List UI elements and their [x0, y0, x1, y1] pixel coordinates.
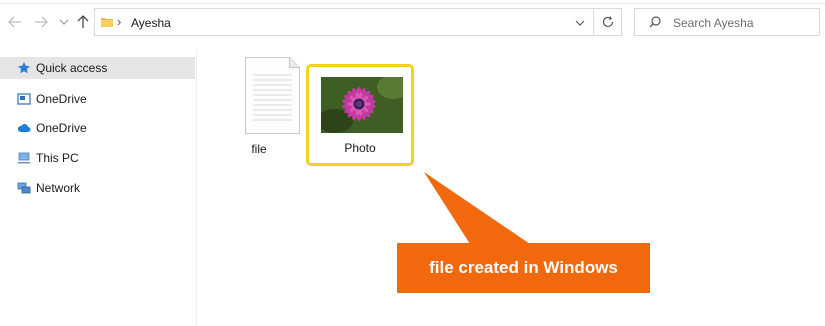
sidebar-item-onedrive-cloud[interactable]: OneDrive — [0, 117, 195, 139]
navigation-pane: Quick access OneDrive OneDrive This PC N… — [0, 50, 197, 326]
cloud-icon — [17, 124, 31, 132]
address-dropdown-button[interactable] — [575, 15, 585, 29]
star-icon — [18, 62, 30, 74]
file-name: Photo — [344, 141, 376, 155]
arrow-left-icon — [8, 16, 21, 28]
refresh-button[interactable] — [593, 9, 621, 35]
arrow-right-icon — [35, 16, 48, 28]
search-box[interactable]: Search Ayesha — [634, 8, 820, 36]
sidebar-item-onedrive[interactable]: OneDrive — [0, 88, 195, 110]
file-item-photo[interactable]: Photo — [306, 64, 414, 166]
image-thumbnail-icon — [321, 77, 403, 133]
network-icon — [17, 182, 31, 194]
arrow-up-icon — [77, 15, 89, 28]
chevron-down-icon — [575, 20, 585, 26]
sidebar-item-label: Network — [36, 181, 81, 195]
sidebar-item-label: OneDrive — [36, 92, 87, 106]
up-button[interactable] — [74, 12, 92, 32]
chevron-down-icon — [59, 19, 69, 25]
annotation-callout: file created in Windows — [397, 243, 650, 293]
search-placeholder: Search Ayesha — [673, 16, 754, 30]
sidebar-item-label: This PC — [36, 151, 79, 165]
computer-icon — [17, 152, 31, 164]
sidebar-item-label: Quick access — [36, 61, 108, 75]
address-bar[interactable]: › Ayesha — [94, 8, 622, 36]
onedrive-icon — [17, 93, 31, 105]
search-icon — [649, 16, 661, 28]
folder-icon — [101, 18, 113, 27]
sidebar-item-this-pc[interactable]: This PC — [0, 147, 195, 169]
sidebar-item-quick-access[interactable]: Quick access — [0, 57, 195, 79]
breadcrumb-separator: › — [117, 14, 122, 29]
refresh-icon — [602, 16, 613, 28]
forward-button[interactable] — [32, 12, 50, 32]
sidebar-item-network[interactable]: Network — [0, 177, 195, 199]
file-item-file[interactable]: file — [211, 50, 307, 160]
recent-locations-button[interactable] — [58, 12, 70, 32]
back-button[interactable] — [6, 12, 24, 32]
text-document-icon — [245, 57, 300, 134]
annotation-text: file created in Windows — [429, 258, 618, 277]
navigation-bar: › Ayesha Search Ayesha — [0, 4, 825, 40]
sidebar-item-label: OneDrive — [36, 121, 87, 135]
file-name: file — [251, 142, 267, 156]
breadcrumb-ayesha[interactable]: Ayesha — [131, 16, 171, 30]
